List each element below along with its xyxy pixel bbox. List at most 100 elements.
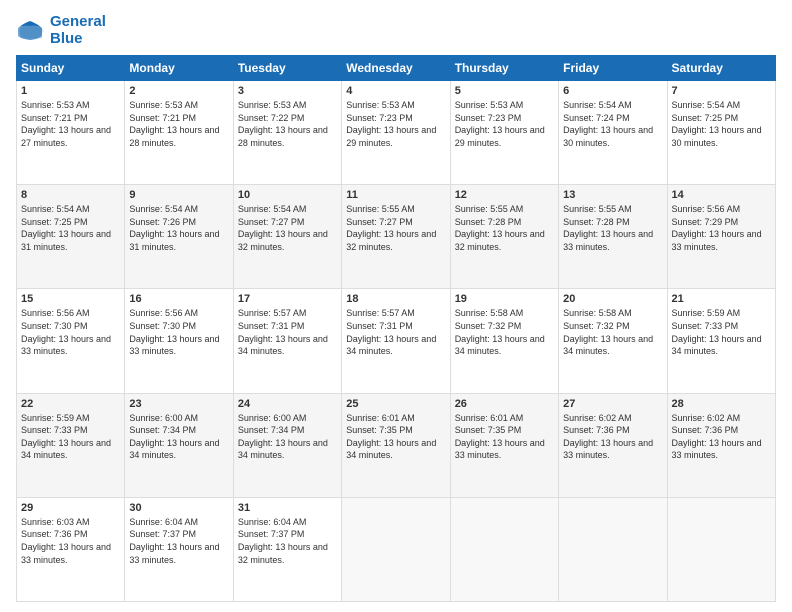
calendar-cell: 20Sunrise: 5:58 AMSunset: 7:32 PMDayligh… [559,289,667,393]
day-number: 16 [129,293,228,305]
day-number: 17 [238,293,337,305]
logo-icon [16,20,46,42]
day-number: 29 [21,502,120,514]
day-info: Sunrise: 6:01 AMSunset: 7:35 PMDaylight:… [346,412,445,462]
calendar-week-row: 8 Sunrise: 5:54 AMSunset: 7:25 PMDaylight… [17,185,776,289]
day-number: 6 [563,85,662,97]
calendar-cell: 24Sunrise: 6:00 AMSunset: 7:34 PMDayligh… [233,393,341,497]
calendar-cell: 28 Sunrise: 6:02 AMSunset: 7:36 PMDayligh… [667,393,775,497]
day-number: 12 [455,189,554,201]
calendar-cell: 11 Sunrise: 5:55 AMSunset: 7:27 PMDayligh… [342,185,450,289]
calendar-cell: 19Sunrise: 5:58 AMSunset: 7:32 PMDayligh… [450,289,558,393]
day-number: 28 [672,398,771,410]
logo: General Blue [16,14,106,47]
calendar-cell: 13 Sunrise: 5:55 AMSunset: 7:28 PMDayligh… [559,185,667,289]
day-number: 11 [346,189,445,201]
calendar-cell: 6Sunrise: 5:54 AMSunset: 7:24 PMDaylight… [559,81,667,185]
calendar-cell: 2 Sunrise: 5:53 AMSunset: 7:21 PMDaylight… [125,81,233,185]
weekday-header: Wednesday [342,56,450,81]
calendar-cell: 18 Sunrise: 5:57 AMSunset: 7:31 PMDayligh… [342,289,450,393]
day-info: Sunrise: 6:03 AMSunset: 7:36 PMDaylight:… [21,516,120,566]
day-info: Sunrise: 5:59 AMSunset: 7:33 PMDaylight:… [21,412,120,462]
day-info: Sunrise: 5:57 AMSunset: 7:31 PMDaylight:… [346,307,445,357]
day-number: 3 [238,85,337,97]
day-number: 5 [455,85,554,97]
day-number: 21 [672,293,771,305]
day-info: Sunrise: 6:04 AMSunset: 7:37 PMDaylight:… [238,516,337,566]
day-info: Sunrise: 5:58 AMSunset: 7:32 PMDaylight:… [563,307,662,357]
day-number: 15 [21,293,120,305]
calendar-cell: 7 Sunrise: 5:54 AMSunset: 7:25 PMDaylight… [667,81,775,185]
day-number: 31 [238,502,337,514]
page: General Blue SundayMondayTuesdayWednesda… [0,0,792,612]
calendar-cell: 29 Sunrise: 6:03 AMSunset: 7:36 PMDayligh… [17,497,125,601]
day-info: Sunrise: 6:01 AMSunset: 7:35 PMDaylight:… [455,412,554,462]
day-info: Sunrise: 5:56 AMSunset: 7:29 PMDaylight:… [672,203,771,253]
calendar-cell: 22 Sunrise: 5:59 AMSunset: 7:33 PMDayligh… [17,393,125,497]
day-info: Sunrise: 5:56 AMSunset: 7:30 PMDaylight:… [129,307,228,357]
calendar-cell: 14 Sunrise: 5:56 AMSunset: 7:29 PMDayligh… [667,185,775,289]
day-info: Sunrise: 6:00 AMSunset: 7:34 PMDaylight:… [129,412,228,462]
calendar-cell: 21Sunrise: 5:59 AMSunset: 7:33 PMDayligh… [667,289,775,393]
day-info: Sunrise: 5:53 AMSunset: 7:21 PMDaylight:… [129,99,228,149]
weekday-header: Monday [125,56,233,81]
calendar-table: SundayMondayTuesdayWednesdayThursdayFrid… [16,55,776,602]
day-number: 13 [563,189,662,201]
calendar-cell: 10 Sunrise: 5:54 AMSunset: 7:27 PMDayligh… [233,185,341,289]
day-number: 7 [672,85,771,97]
calendar-cell: 3 Sunrise: 5:53 AMSunset: 7:22 PMDaylight… [233,81,341,185]
weekday-header: Sunday [17,56,125,81]
day-number: 18 [346,293,445,305]
weekday-header: Saturday [667,56,775,81]
calendar-cell: 17Sunrise: 5:57 AMSunset: 7:31 PMDayligh… [233,289,341,393]
day-info: Sunrise: 5:53 AMSunset: 7:22 PMDaylight:… [238,99,337,149]
day-number: 30 [129,502,228,514]
day-info: Sunrise: 5:53 AMSunset: 7:23 PMDaylight:… [455,99,554,149]
calendar-cell: 26 Sunrise: 6:01 AMSunset: 7:35 PMDayligh… [450,393,558,497]
day-info: Sunrise: 6:04 AMSunset: 7:37 PMDaylight:… [129,516,228,566]
day-number: 9 [129,189,228,201]
calendar-cell [342,497,450,601]
day-number: 4 [346,85,445,97]
day-number: 24 [238,398,337,410]
calendar-cell: 25 Sunrise: 6:01 AMSunset: 7:35 PMDayligh… [342,393,450,497]
day-number: 22 [21,398,120,410]
calendar-cell [450,497,558,601]
day-number: 2 [129,85,228,97]
day-number: 1 [21,85,120,97]
weekday-header: Tuesday [233,56,341,81]
day-number: 23 [129,398,228,410]
calendar-cell: 8 Sunrise: 5:54 AMSunset: 7:25 PMDaylight… [17,185,125,289]
calendar-cell: 30 Sunrise: 6:04 AMSunset: 7:37 PMDayligh… [125,497,233,601]
calendar-week-row: 22 Sunrise: 5:59 AMSunset: 7:33 PMDayligh… [17,393,776,497]
day-info: Sunrise: 6:02 AMSunset: 7:36 PMDaylight:… [672,412,771,462]
calendar-cell: 1 Sunrise: 5:53 AMSunset: 7:21 PMDaylight… [17,81,125,185]
day-number: 27 [563,398,662,410]
day-info: Sunrise: 5:55 AMSunset: 7:27 PMDaylight:… [346,203,445,253]
day-number: 8 [21,189,120,201]
day-info: Sunrise: 5:53 AMSunset: 7:21 PMDaylight:… [21,99,120,149]
calendar-week-row: 29 Sunrise: 6:03 AMSunset: 7:36 PMDayligh… [17,497,776,601]
weekday-header: Friday [559,56,667,81]
day-number: 19 [455,293,554,305]
day-info: Sunrise: 5:55 AMSunset: 7:28 PMDaylight:… [563,203,662,253]
day-info: Sunrise: 6:02 AMSunset: 7:36 PMDaylight:… [563,412,662,462]
calendar-header-row: SundayMondayTuesdayWednesdayThursdayFrid… [17,56,776,81]
calendar-cell: 9 Sunrise: 5:54 AMSunset: 7:26 PMDaylight… [125,185,233,289]
calendar-cell: 5 Sunrise: 5:53 AMSunset: 7:23 PMDaylight… [450,81,558,185]
day-info: Sunrise: 5:56 AMSunset: 7:30 PMDaylight:… [21,307,120,357]
day-info: Sunrise: 5:54 AMSunset: 7:25 PMDaylight:… [672,99,771,149]
calendar-cell: 15 Sunrise: 5:56 AMSunset: 7:30 PMDayligh… [17,289,125,393]
weekday-header: Thursday [450,56,558,81]
day-info: Sunrise: 5:54 AMSunset: 7:25 PMDaylight:… [21,203,120,253]
calendar-week-row: 1 Sunrise: 5:53 AMSunset: 7:21 PMDaylight… [17,81,776,185]
day-number: 26 [455,398,554,410]
day-number: 25 [346,398,445,410]
day-number: 14 [672,189,771,201]
calendar-cell [559,497,667,601]
day-info: Sunrise: 5:54 AMSunset: 7:26 PMDaylight:… [129,203,228,253]
calendar-cell: 4Sunrise: 5:53 AMSunset: 7:23 PMDaylight… [342,81,450,185]
day-number: 10 [238,189,337,201]
day-info: Sunrise: 5:54 AMSunset: 7:27 PMDaylight:… [238,203,337,253]
calendar-week-row: 15 Sunrise: 5:56 AMSunset: 7:30 PMDayligh… [17,289,776,393]
